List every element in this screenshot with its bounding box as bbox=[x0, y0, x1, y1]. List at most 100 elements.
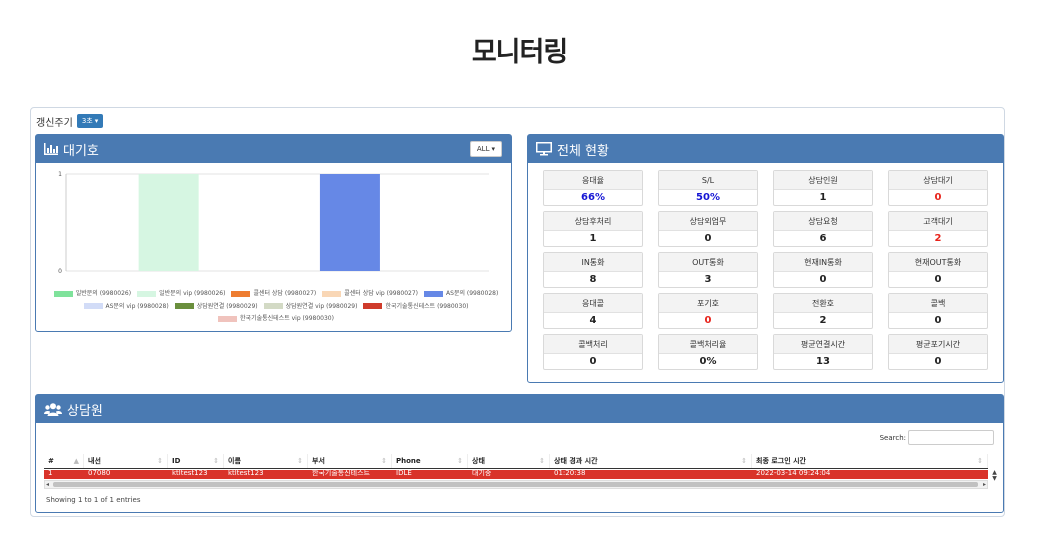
column-header[interactable]: 상태 ⇕ bbox=[468, 454, 550, 468]
legend-item[interactable]: 콜센터 상담 (9980027) bbox=[231, 288, 316, 299]
search-input[interactable] bbox=[908, 430, 994, 445]
column-header-label: 상태 경과 시간 bbox=[554, 457, 598, 465]
status-card-value: 50% bbox=[696, 192, 720, 203]
status-cards: 응대율 66% S/L 50% 상담인원 1 상담대기 0 상담후처리 1 상담외업무 0 상담요청 6 고… bbox=[543, 170, 989, 370]
sort-icon: ⇕ bbox=[297, 457, 303, 465]
status-card-label: 전환호 bbox=[774, 294, 872, 313]
legend-label: 한국기술통신테스트 (9980030) bbox=[385, 302, 469, 310]
queue-filter-value: ALL bbox=[476, 145, 490, 153]
status-card: 상담후처리 1 bbox=[543, 211, 643, 247]
caret-down-icon: ▾ bbox=[491, 145, 495, 153]
status-card-label: 포기호 bbox=[659, 294, 757, 313]
table-row[interactable]: 1 07080 ktltest123 ktltest123 한국기술통신테스트 IDLE 대… bbox=[44, 470, 988, 479]
legend-item[interactable]: 일반문의 vip (9980026) bbox=[137, 288, 225, 299]
column-header[interactable]: Phone ⇕ bbox=[392, 454, 468, 468]
column-header[interactable]: 내선 ⇕ bbox=[84, 454, 168, 468]
table-cell: 1 bbox=[48, 470, 53, 477]
status-card-value: 0% bbox=[699, 356, 717, 367]
legend-swatch bbox=[83, 303, 103, 309]
refresh-interval-dropdown[interactable]: 3초 ▾ bbox=[76, 114, 104, 128]
status-card-label: 상담대기 bbox=[889, 171, 987, 190]
column-header[interactable]: 이름 ⇕ bbox=[224, 454, 308, 468]
waiting-calls-title: 대기호 bbox=[63, 143, 99, 159]
scroll-left-icon[interactable]: ◂ bbox=[46, 481, 49, 488]
status-card: 콜백 0 bbox=[888, 293, 988, 329]
agents-table-header: # ▲ 내선 ⇕ ID ⇕ 이름 ⇕ 부서 ⇕ Phone ⇕ 상태 ⇕ 상태 경과 시간 ⇕ 최종 로그인 시… bbox=[44, 454, 988, 469]
status-card: 응대콜 4 bbox=[543, 293, 643, 329]
status-card-label: OUT통화 bbox=[659, 253, 757, 272]
legend-label: 일반문의 (9980026) bbox=[75, 290, 132, 297]
column-header[interactable]: 부서 ⇕ bbox=[308, 454, 392, 468]
legend-item[interactable]: 한국기술통신테스트 vip (9980030) bbox=[218, 313, 334, 324]
legend-swatch bbox=[263, 303, 283, 309]
table-cell: 2022-03-14 09:24:04 bbox=[756, 470, 831, 477]
queue-filter-dropdown[interactable]: ALL ▾ bbox=[469, 141, 502, 157]
column-header-label: # bbox=[48, 457, 54, 465]
status-card-label: 평균포기시간 bbox=[889, 335, 987, 354]
sort-asc-icon: ▲ bbox=[73, 457, 79, 465]
status-card-label: 응대율 bbox=[544, 171, 642, 190]
sort-icon: ⇕ bbox=[741, 457, 747, 465]
waiting-calls-chart: 01 bbox=[58, 171, 489, 275]
legend-item[interactable]: AS문의 (9980028) bbox=[424, 288, 498, 299]
status-card: 현재OUT통화 0 bbox=[888, 252, 988, 288]
status-card-label: 평균연결시간 bbox=[774, 335, 872, 354]
table-cell: 07080 bbox=[88, 470, 111, 477]
column-header[interactable]: ID ⇕ bbox=[168, 454, 224, 468]
legend-label: 상담원연결 vip (9980029) bbox=[285, 302, 358, 310]
legend-item[interactable]: 한국기술통신테스트 (9980030) bbox=[363, 301, 468, 312]
column-header[interactable]: 최종 로그인 시간 ⇕ bbox=[752, 454, 988, 468]
waiting-calls-panel: 대기호 ALL ▾ 01 일반문의 (9980026) 일반문의 vip (998… bbox=[35, 134, 512, 332]
status-card: 상담인원 1 bbox=[773, 170, 873, 206]
legend-swatch bbox=[363, 303, 383, 309]
scroll-right-icon[interactable]: ▸ bbox=[983, 481, 986, 488]
legend-item[interactable]: 일반문의 (9980026) bbox=[53, 288, 132, 299]
status-card: 현재IN통화 0 bbox=[773, 252, 873, 288]
status-card-value: 0 bbox=[934, 356, 942, 367]
legend-swatch bbox=[218, 315, 238, 322]
bar-1[interactable] bbox=[138, 174, 199, 271]
column-header-label: 상태 bbox=[472, 457, 485, 465]
status-card-value: 2 bbox=[934, 233, 942, 244]
status-card-value: 3 bbox=[704, 274, 712, 285]
sort-icon: ⇕ bbox=[157, 457, 163, 465]
vertical-scrollbar[interactable]: ▲ ▼ bbox=[991, 470, 998, 489]
status-card: 콜백처리율 0% bbox=[658, 334, 758, 370]
column-header-label: 이름 bbox=[228, 457, 241, 465]
status-card-value: 2 bbox=[819, 315, 827, 326]
status-card-value: 0 bbox=[589, 356, 597, 367]
agents-title: 상담원 bbox=[67, 403, 103, 419]
sort-icon: ⇕ bbox=[539, 457, 545, 465]
column-header-label: Phone bbox=[396, 457, 421, 465]
status-card-label: 현재IN통화 bbox=[774, 253, 872, 272]
scroll-thumb[interactable] bbox=[53, 482, 978, 487]
table-cell: ktltest123 bbox=[172, 470, 208, 477]
column-header[interactable]: # ▲ bbox=[44, 454, 84, 468]
table-cell: IDLE bbox=[396, 470, 412, 477]
legend-label: 상담원연결 (9980029) bbox=[196, 302, 258, 310]
legend-item[interactable]: 콜센터 상담 vip (9980027) bbox=[322, 288, 418, 299]
waiting-calls-legend: 일반문의 (9980026) 일반문의 vip (9980026) 콜센터 상담 (… bbox=[46, 288, 506, 326]
horizontal-scrollbar[interactable]: ◂ ▸ bbox=[44, 480, 988, 489]
status-card-value: 0 bbox=[934, 274, 942, 285]
legend-item[interactable]: 상담원연결 vip (9980029) bbox=[263, 301, 358, 312]
column-header-label: 부서 bbox=[312, 457, 325, 465]
table-cell: ktltest123 bbox=[228, 470, 264, 477]
legend-item[interactable]: 상담원연결 (9980029) bbox=[174, 301, 258, 312]
legend-label: 일반문의 vip (9980026) bbox=[159, 290, 226, 297]
sort-icon: ⇕ bbox=[381, 457, 387, 465]
status-card: 콜백처리 0 bbox=[543, 334, 643, 370]
status-card-label: 상담요청 bbox=[774, 212, 872, 231]
status-card-label: S/L bbox=[659, 171, 757, 190]
legend-swatch bbox=[322, 290, 342, 297]
legend-item[interactable]: AS문의 vip (9980028) bbox=[83, 301, 169, 312]
status-card-label: 상담후처리 bbox=[544, 212, 642, 231]
status-card-value: 0 bbox=[934, 315, 942, 326]
status-card-value: 0 bbox=[704, 233, 712, 244]
status-card-value: 0 bbox=[704, 315, 712, 326]
status-card: 평균포기시간 0 bbox=[888, 334, 988, 370]
column-header[interactable]: 상태 경과 시간 ⇕ bbox=[550, 454, 752, 468]
bar-4[interactable] bbox=[319, 174, 380, 271]
status-card-value: 1 bbox=[819, 192, 827, 203]
status-card: 상담대기 0 bbox=[888, 170, 988, 206]
